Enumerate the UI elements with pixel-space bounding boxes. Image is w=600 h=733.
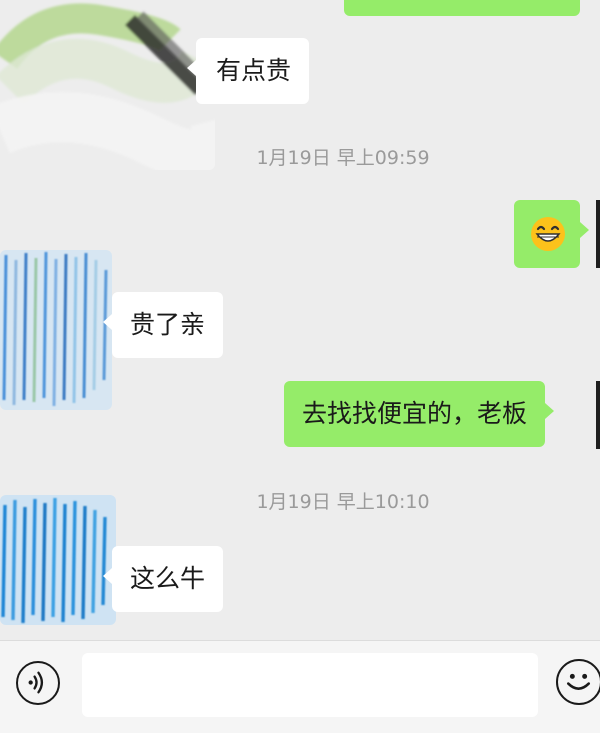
- avatar-edge: [596, 200, 600, 268]
- chat-area[interactable]: 有点贵 1月19日 早上09:59 贵了亲 去找找便宜的，老板 1月19日 早上…: [0, 0, 600, 640]
- timestamp: 1月19日 早上09:59: [256, 147, 430, 169]
- message-bubble-other[interactable]: 这么牛: [102, 546, 224, 612]
- message-bubble-self[interactable]: [514, 200, 589, 268]
- message-bubble-other[interactable]: 有点贵: [186, 38, 310, 104]
- message-bubble-self[interactable]: 去找找便宜的，老板: [284, 381, 555, 447]
- message-text: 贵了亲: [130, 310, 206, 339]
- scribbled-avatar: [0, 495, 116, 625]
- message-text: 去找找便宜的，老板: [302, 399, 528, 428]
- message-text: 有点贵: [216, 56, 292, 85]
- voice-icon[interactable]: [16, 661, 60, 705]
- message-text: 这么牛: [130, 564, 206, 593]
- message-bubble-self-partial: [344, 0, 580, 16]
- input-bar: [0, 640, 600, 733]
- emoji-icon[interactable]: [556, 659, 600, 705]
- message-bubble-other[interactable]: 贵了亲: [102, 292, 224, 358]
- grinning-face-emoji-icon: [530, 216, 566, 261]
- avatar-edge: [596, 381, 600, 449]
- scribbled-avatar: [0, 250, 112, 410]
- message-input[interactable]: [82, 653, 538, 717]
